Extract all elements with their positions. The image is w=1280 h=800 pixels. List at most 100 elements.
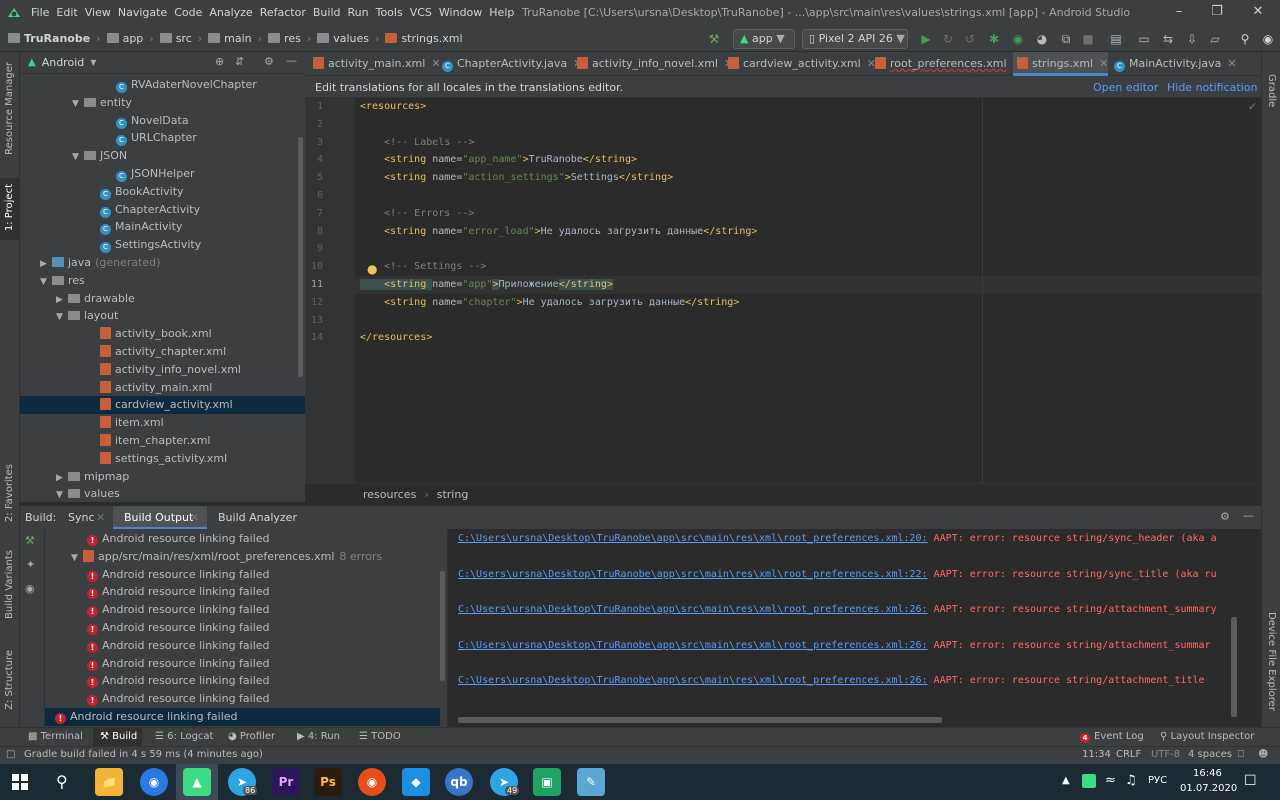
tree-item[interactable]: C NovelData — [20, 112, 189, 130]
tree-item[interactable]: item.xml — [20, 414, 164, 432]
notes-app-icon[interactable]: ✎ — [577, 768, 605, 796]
output-h-scrollbar[interactable] — [458, 717, 942, 723]
chevron-down-icon[interactable]: ▼ — [72, 148, 84, 166]
hammer-icon[interactable]: ⚒ — [25, 534, 35, 547]
locate-icon[interactable]: ⊕ — [215, 55, 224, 68]
clock-date[interactable]: 01.07.2020 — [1180, 783, 1237, 794]
gradle-tab[interactable]: Gradle — [1266, 74, 1277, 107]
output-v-scrollbar[interactable] — [1231, 617, 1237, 717]
favorites-tab[interactable]: 2: Favorites — [4, 464, 15, 522]
terminal-tab[interactable]: ▩ Terminal — [28, 731, 83, 742]
profile-icon[interactable]: ◉ — [1010, 31, 1026, 47]
device-select[interactable]: ▯ Pixel 2 API 26 ▼ — [802, 29, 908, 49]
breadcrumb-item[interactable]: src — [159, 32, 192, 45]
sdk-manager-icon[interactable]: ⇩ — [1184, 31, 1200, 47]
build-tree-item[interactable]: ! Android resource linking failed — [45, 708, 440, 726]
line-separator[interactable]: CRLF — [1116, 749, 1141, 760]
inspection-ok-icon[interactable]: ✓ — [1248, 100, 1257, 113]
attach-debugger-icon[interactable]: ◕ — [1034, 31, 1050, 47]
tree-item[interactable]: item_chapter.xml — [20, 432, 210, 450]
editor-tab[interactable]: strings.xml ✕ — [1013, 52, 1108, 76]
close-icon[interactable]: ✕ — [1250, 4, 1266, 20]
build-tree-item[interactable]: ! Android resource linking failed — [45, 690, 440, 708]
clock-time[interactable]: 16:46 — [1193, 768, 1222, 779]
tree-item[interactable]: settings_activity.xml — [20, 450, 227, 468]
tree-item[interactable]: ▼ JSON — [20, 147, 127, 165]
breadcrumb-item[interactable]: strings.xml — [385, 32, 463, 45]
tree-item[interactable]: ▶ mipmap — [20, 468, 129, 486]
build-tree-item[interactable]: ▼ app/src/main/res/xml/root_preferences.x… — [45, 548, 440, 566]
premiere-icon[interactable]: Pr — [272, 768, 300, 796]
account-icon[interactable]: ◉ — [1260, 31, 1276, 47]
close-icon[interactable]: ✕ — [96, 511, 105, 524]
search-icon[interactable]: ⚲ — [1237, 31, 1253, 47]
indent-setting[interactable]: 4 spaces — [1188, 749, 1232, 760]
chevron-right-icon[interactable]: ▶ — [56, 291, 68, 309]
menu-analyze[interactable]: Analyze — [209, 6, 252, 19]
pin-icon[interactable]: ✦ — [26, 558, 35, 571]
android-studio-icon[interactable]: ▲ — [183, 768, 211, 796]
file-link[interactable]: C:\Users\ursna\Desktop\TruRanobe\app\src… — [458, 533, 928, 544]
tree-item[interactable]: cardview_activity.xml — [20, 396, 305, 415]
tree-item[interactable]: ▼ values — [20, 485, 120, 503]
notifications-icon[interactable]: ☐ — [1244, 773, 1257, 789]
debug-icon[interactable]: ✱ — [986, 31, 1002, 47]
inspector-icon[interactable]: ☻ — [1258, 749, 1268, 760]
file-link[interactable]: C:\Users\ursna\Desktop\TruRanobe\app\src… — [458, 640, 928, 651]
file-explorer-icon[interactable]: 📁 — [95, 768, 123, 796]
menu-file[interactable]: File — [31, 6, 49, 19]
open-editor-link[interactable]: Open editor — [1093, 81, 1158, 94]
build-tree-item[interactable]: ! Android resource linking failed — [45, 619, 440, 637]
app-icon[interactable]: ◉ — [358, 768, 386, 796]
editor-tab[interactable]: CChapterActivity.java✕ — [438, 52, 582, 76]
project-tab[interactable]: 1: Project — [4, 184, 15, 231]
tree-item[interactable]: C BookActivity — [20, 183, 184, 201]
project-scrollbar[interactable] — [298, 137, 303, 377]
file-link[interactable]: C:\Users\ursna\Desktop\TruRanobe\app\src… — [458, 569, 928, 580]
tree-item[interactable]: C ChapterActivity — [20, 201, 200, 219]
chevron-up-icon[interactable]: ▲ — [1062, 775, 1070, 786]
tree-item[interactable]: ▼ layout — [20, 307, 118, 325]
build-tree-item[interactable]: ! Android resource linking failed — [45, 672, 440, 690]
code-editor[interactable]: 1 2 3 4 5 6 7 8 9 10 11 12 13 14 <resources> <!-- Lab… — [305, 98, 1261, 483]
chevron-down-icon[interactable]: ▼ — [40, 273, 52, 291]
breadcrumb-item[interactable]: main — [208, 32, 252, 45]
apply-changes-icon[interactable]: ↻ — [940, 31, 956, 47]
qbittorrent-icon[interactable]: qb — [445, 768, 473, 796]
tree-item[interactable]: ▶ java (generated) — [20, 254, 160, 272]
android-device-icon[interactable]: ▱ — [1207, 31, 1223, 47]
editor-tab[interactable]: activity_main.xml ✕ — [309, 52, 441, 76]
editor-tab[interactable]: C MainActivity.java ✕ — [1110, 52, 1254, 76]
gem-icon[interactable]: ◆ — [402, 768, 430, 796]
menu-view[interactable]: View — [85, 6, 111, 19]
volume-icon[interactable]: ♫ — [1125, 773, 1137, 788]
status-message[interactable]: Gradle build failed in 4 s 59 ms (4 minu… — [24, 749, 263, 760]
build-tree-item[interactable]: ! Android resource linking failed — [45, 530, 440, 548]
tab-build-analyzer[interactable]: Build Analyzer — [218, 511, 297, 524]
collapse-all-icon[interactable]: ⇵ — [235, 55, 244, 68]
logcat-tab[interactable]: ☰ 6: Logcat — [155, 731, 213, 742]
menu-run[interactable]: Run — [348, 6, 369, 19]
stop-icon[interactable]: ■ — [1080, 31, 1096, 47]
hide-panel-icon[interactable]: — — [1243, 509, 1254, 522]
file-link[interactable]: C:\Users\ursna\Desktop\TruRanobe\app\src… — [458, 604, 928, 615]
project-structure-icon[interactable]: ▤ — [1108, 31, 1124, 47]
build-tab[interactable]: ⚒ Build — [100, 731, 137, 742]
menu-refactor[interactable]: Refactor — [260, 6, 306, 19]
menu-tools[interactable]: Tools — [376, 6, 403, 19]
menu-build[interactable]: Build — [313, 6, 341, 19]
breadcrumb-item[interactable]: res — [268, 32, 301, 45]
apply-code-changes-icon[interactable]: ↺ — [962, 31, 978, 47]
build-tree-item[interactable]: ! Android resource linking failed — [45, 601, 440, 619]
project-view-mode[interactable]: Android — [42, 56, 85, 69]
close-icon[interactable]: ✕ — [190, 511, 199, 524]
tree-item[interactable]: C MainActivity — [20, 218, 182, 236]
editor-tab[interactable]: cardview_activity.xml ✕ — [724, 52, 876, 76]
editor-tab[interactable]: root_preferences.xml✕ — [871, 52, 1022, 76]
editor-tab[interactable]: activity_info_novel.xml✕ — [573, 52, 733, 76]
maximize-icon[interactable]: ❐ — [1209, 4, 1225, 20]
menu-help[interactable]: Help — [489, 6, 514, 19]
profiler-tab[interactable]: ◕ Profiler — [228, 731, 275, 742]
build-tree-item[interactable]: ! Android resource linking failed — [45, 637, 440, 655]
search-icon[interactable]: ⚲ — [56, 772, 68, 791]
